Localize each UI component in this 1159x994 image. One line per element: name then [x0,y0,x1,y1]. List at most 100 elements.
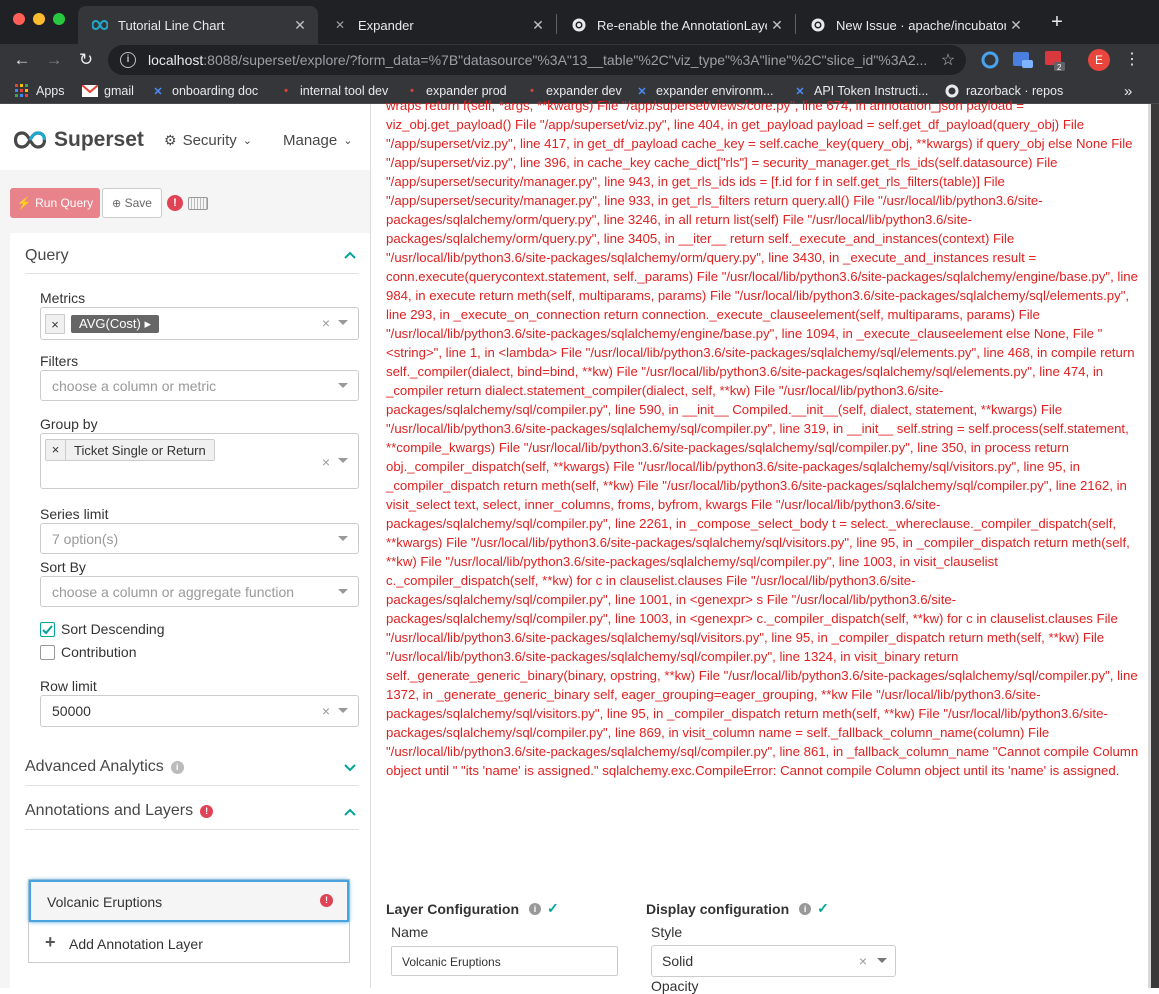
tab-label: Re-enable the AnnotationLayer\ [597,17,767,33]
section-annotations[interactable]: Annotations and Layers ! [25,802,214,820]
bookmark-star-icon[interactable]: ☆ [938,50,958,70]
annotation-layer-popover: wraps return f(self, *args, **kwargs) Fi… [370,98,1148,994]
metrics-select[interactable]: × AVG(Cost) ▸ × [40,307,359,340]
clear-icon[interactable]: × [322,454,330,470]
layer-name-input[interactable]: Volcanic Eruptions [391,946,618,976]
info-icon[interactable]: i [799,902,812,915]
address-bar[interactable]: i localhost :8088/superset/explore/?form… [108,45,966,75]
remove-chip-icon[interactable]: × [45,314,65,334]
extension-calendar-icon[interactable] [1012,50,1033,70]
chevron-up-icon[interactable] [344,804,356,816]
series-limit-select[interactable]: 7 option(s) [40,523,359,554]
clear-icon[interactable]: × [322,315,330,331]
group-by-select[interactable]: × Ticket Single or Return × [40,433,359,489]
metrics-label: Metrics [40,290,86,306]
run-query-label: Run Query [35,196,94,210]
clear-icon[interactable]: × [859,953,867,969]
dropdown-arrow-icon[interactable] [338,383,348,388]
row-limit-label: Row limit [40,678,97,694]
bookmark-label: Apps [36,84,65,98]
menu-security[interactable]: ⚙ Security ⌄ [164,132,252,149]
groupby-chip[interactable]: × Ticket Single or Return [45,439,215,461]
confluence-icon: ✕ [153,85,163,98]
bookmark-onboarding-doc[interactable]: ✕ onboarding doc [150,82,258,100]
bolt-icon: ⚡ [16,196,32,210]
dropdown-arrow-icon[interactable] [338,458,348,463]
add-annotation-layer-button[interactable]: + Add Annotation Layer [29,924,349,962]
close-icon[interactable]: ✕ [1006,17,1026,34]
annotation-layer-name: Volcanic Eruptions [47,894,163,910]
contribution-checkbox[interactable] [40,645,55,660]
row-limit-select[interactable]: 50000 × [40,695,359,727]
info-icon[interactable]: i [170,760,184,774]
new-tab-button[interactable]: + [1046,12,1068,34]
annotation-layer-item[interactable]: Volcanic Eruptions ! [29,880,349,922]
section-title-query[interactable]: Query [25,247,69,265]
extension-circle-icon[interactable] [980,50,1000,70]
metric-value: AVG(Cost) [79,316,141,331]
info-icon[interactable]: i [529,902,542,915]
extension-badge-icon[interactable]: 2 [1044,50,1065,72]
style-select[interactable]: Solid × [651,945,896,977]
keyboard-icon[interactable] [188,197,208,210]
tab-tutorial-line-chart[interactable]: Tutorial Line Chart ✕ [78,6,318,44]
dropdown-arrow-icon[interactable] [338,589,348,594]
filters-select[interactable]: choose a column or metric [40,370,359,401]
chevron-down-icon: ⌄ [242,135,252,147]
plus-circle-icon: ⊕ [112,198,122,210]
sort-descending-checkbox[interactable] [40,622,55,637]
close-icon[interactable]: ✕ [767,17,787,34]
save-button[interactable]: ⊕ Save [102,188,162,218]
brand-name: Superset [54,128,144,151]
chevron-down-icon[interactable] [344,760,356,772]
dropdown-arrow-icon[interactable] [338,536,348,541]
display-configuration-heading: Display configuration i ✓ [646,900,829,917]
more-vertical-icon[interactable]: ⋮ [1120,48,1144,72]
gear-icon: ⚙ [164,132,177,148]
menu-manage[interactable]: Manage ⌄ [283,132,352,149]
back-arrow-icon[interactable]: ← [10,48,34,72]
series-limit-placeholder: 7 option(s) [52,531,119,547]
sort-by-select[interactable]: choose a column or aggregate function [40,576,359,607]
bookmark-apps[interactable]: Apps [14,82,65,100]
close-icon[interactable]: ✕ [290,17,310,34]
tab-new-issue[interactable]: New Issue · apache/incubator-su ✕ [796,6,1034,44]
run-query-button[interactable]: ⚡ Run Query [10,188,100,218]
dropdown-arrow-icon[interactable] [877,958,887,963]
error-alert-icon[interactable]: ! [167,195,183,211]
info-icon[interactable]: i [120,52,136,68]
contribution-label[interactable]: Contribution [61,644,137,660]
window-zoom-button[interactable] [53,13,65,25]
bookmark-gmail[interactable]: gmail [82,82,134,100]
layer-configuration-heading: Layer Configuration i ✓ [386,900,559,917]
bookmark-internal-tool-dev[interactable]: • internal tool dev [278,82,388,100]
superset-icon [92,17,108,33]
section-advanced-analytics[interactable]: Advanced Analytics i [25,758,184,776]
remove-chip-icon[interactable]: × [46,440,66,460]
dropdown-arrow-icon[interactable] [338,320,348,325]
close-icon[interactable]: ✕ [528,17,548,34]
superset-logo[interactable]: Superset [14,128,144,152]
error-alert-icon[interactable]: ! [320,894,333,907]
metric-chip[interactable]: × AVG(Cost) ▸ [45,313,160,335]
chevron-up-icon[interactable] [344,247,356,259]
layer-configuration-title: Layer Configuration [386,900,520,917]
apps-grid-icon [14,83,30,99]
error-alert-icon[interactable]: ! [200,804,214,818]
window-minimize-button[interactable] [33,13,45,25]
window-close-button[interactable] [13,13,25,25]
menu-label: Manage [283,132,338,149]
tab-expander[interactable]: ✕ Expander ✕ [318,6,556,44]
dropdown-arrow-icon[interactable] [338,708,348,713]
forward-arrow-icon[interactable]: → [42,48,66,72]
github-icon [810,17,826,33]
tab-reenable-annotation-layer[interactable]: Re-enable the AnnotationLayer\ ✕ [557,6,795,44]
profile-avatar[interactable]: E [1088,49,1110,71]
controls-panel: Query Metrics × AVG(Cost) ▸ × Filters ch… [10,233,370,988]
url-host: localhost [148,52,204,68]
reload-icon[interactable]: ↻ [74,48,98,72]
clear-icon[interactable]: × [322,703,330,719]
svg-text:2: 2 [1057,63,1062,72]
divider [25,785,359,786]
sort-descending-label[interactable]: Sort Descending [61,621,165,637]
